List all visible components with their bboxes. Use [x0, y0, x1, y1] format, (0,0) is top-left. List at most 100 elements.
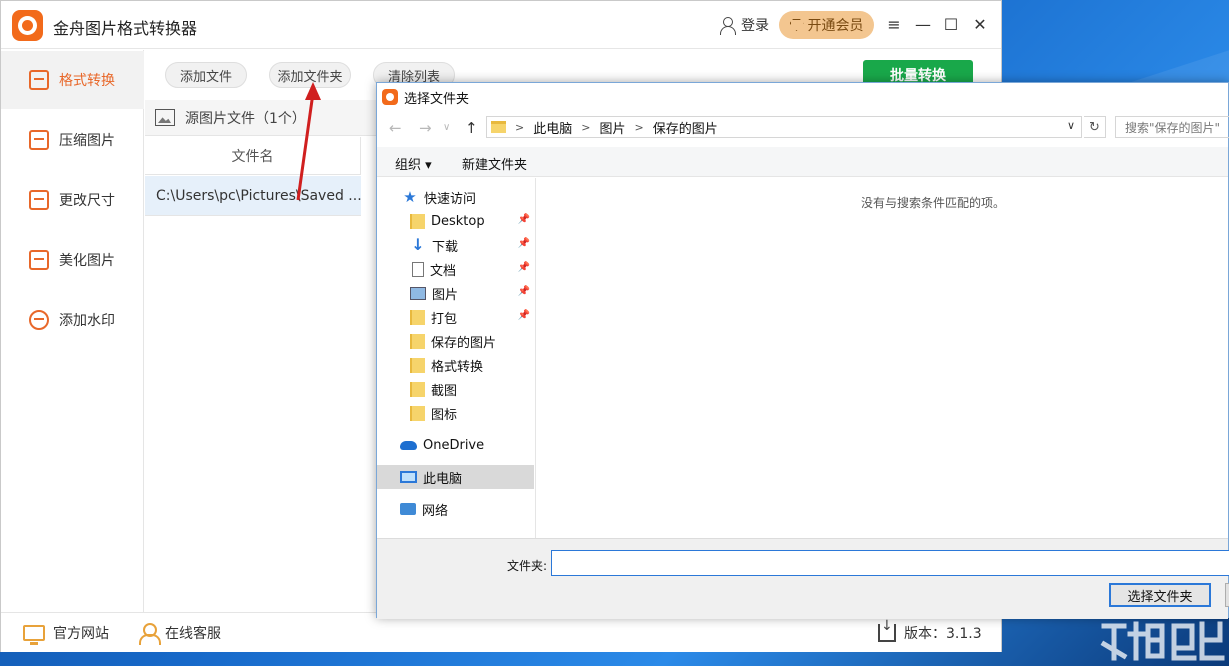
chevron-right-icon: > — [515, 121, 524, 134]
tree-item-label: OneDrive — [423, 438, 484, 453]
cancel-button[interactable] — [1225, 583, 1229, 607]
cloud-icon — [400, 441, 417, 450]
command-bar: 组织 ▾ 新建文件夹 — [377, 147, 1228, 177]
resize-icon — [29, 190, 49, 210]
folder-icon — [410, 358, 425, 373]
menu-icon[interactable]: ≡ — [884, 15, 904, 35]
tree-item-label: Desktop — [431, 214, 485, 229]
folder-icon — [410, 382, 425, 397]
organize-button[interactable]: 组织 ▾ — [395, 154, 432, 173]
download-icon: ↓ — [410, 238, 426, 252]
download-icon[interactable] — [878, 624, 896, 642]
tree-item-desktop[interactable]: Desktop 📌 — [377, 209, 534, 233]
folder-input[interactable] — [551, 550, 1229, 576]
sidebar-item-beautify[interactable]: 美化图片 — [1, 231, 144, 289]
network-icon — [400, 503, 416, 515]
compress-icon — [29, 130, 49, 150]
folder-icon — [491, 121, 506, 133]
website-link[interactable]: 官方网站 — [23, 623, 109, 643]
tree-item-icons[interactable]: 图标 — [377, 401, 534, 425]
login-button[interactable]: 登录 — [719, 15, 769, 35]
up-icon[interactable]: ↑ — [465, 119, 478, 137]
tree-item-network[interactable]: 网络 — [377, 497, 534, 521]
login-label: 登录 — [741, 15, 769, 35]
tree-item-label: 网络 — [422, 500, 448, 519]
breadcrumb[interactable]: 保存的图片 — [653, 118, 718, 137]
maximize-icon[interactable]: ☐ — [941, 15, 961, 35]
tree-item-pictures[interactable]: 图片 📌 — [377, 281, 534, 305]
breadcrumb[interactable]: 图片 — [599, 118, 625, 137]
website-label: 官方网站 — [53, 623, 109, 643]
minimize-icon[interactable]: — — [913, 15, 933, 35]
diamond-icon — [790, 19, 804, 31]
service-link[interactable]: 在线客服 — [139, 623, 221, 643]
sidebar: 格式转换 压缩图片 更改尺寸 美化图片 添加水印 — [1, 50, 144, 612]
tree-item-label: 文档 — [430, 260, 456, 279]
user-icon — [719, 17, 735, 34]
add-file-button[interactable]: 添加文件 — [165, 62, 247, 88]
sidebar-item-label: 美化图片 — [59, 250, 115, 270]
sidebar-item-compress[interactable]: 压缩图片 — [1, 111, 144, 169]
folder-label: 文件夹: — [507, 557, 547, 574]
tree-item-label: 下载 — [432, 236, 458, 255]
tree-item-label: 图片 — [432, 284, 458, 303]
tree-item-quick-access[interactable]: ★ 快速访问 — [377, 185, 534, 209]
chevron-right-icon: > — [581, 121, 590, 134]
source-files-label: 源图片文件（1个） — [185, 108, 306, 128]
select-folder-button[interactable]: 选择文件夹 — [1109, 583, 1211, 607]
folder-icon — [410, 406, 425, 421]
app-logo-icon — [12, 10, 43, 41]
tree-item-screenshots[interactable]: 截图 — [377, 377, 534, 401]
sidebar-item-label: 格式转换 — [59, 70, 115, 90]
pictures-icon — [410, 287, 426, 300]
refresh-icon[interactable]: ↻ — [1084, 116, 1106, 138]
table-row[interactable]: C:\Users\pc\Pictures\Saved ... — [145, 176, 361, 216]
version-label: 版本：3.1.3 — [904, 623, 982, 643]
forward-icon[interactable]: → — [419, 119, 432, 137]
tree-item-this-pc[interactable]: 此电脑 — [377, 465, 534, 489]
pin-icon: 📌 — [518, 286, 530, 297]
sidebar-item-resize[interactable]: 更改尺寸 — [1, 171, 144, 229]
tree-item-onedrive[interactable]: OneDrive — [377, 433, 534, 457]
tree-item-label: 快速访问 — [424, 188, 476, 207]
tree-item-documents[interactable]: 文档 📌 — [377, 257, 534, 281]
tree-item-label: 格式转换 — [431, 356, 483, 375]
version-info: 版本：3.1.3 — [878, 623, 982, 643]
dialog-title-bar: 选择文件夹 — [377, 83, 1228, 111]
select-folder-dialog: 选择文件夹 ← → ∨ ↑ > 此电脑 > 图片 > 保存的图片 ∨ ↻ 搜索"… — [376, 82, 1229, 618]
tree-item-label: 保存的图片 — [431, 332, 496, 351]
tree-item-downloads[interactable]: ↓ 下载 📌 — [377, 233, 534, 257]
add-folder-button[interactable]: 添加文件夹 — [269, 62, 351, 88]
tree-item-format-convert[interactable]: 格式转换 — [377, 353, 534, 377]
breadcrumb[interactable]: 此电脑 — [533, 118, 572, 137]
chevron-down-icon[interactable]: ∨ — [1067, 119, 1075, 132]
title-bar: 金舟图片格式转换器 登录 开通会员 ≡ — ☐ ✕ — [1, 1, 1001, 49]
sidebar-item-watermark[interactable]: 添加水印 — [1, 291, 144, 349]
sidebar-item-label: 压缩图片 — [59, 130, 115, 150]
watermark-logo — [1098, 618, 1226, 662]
sidebar-item-format-convert[interactable]: 格式转换 — [1, 51, 144, 109]
back-icon[interactable]: ← — [389, 119, 402, 137]
service-label: 在线客服 — [165, 623, 221, 643]
dialog-bottom-area: 文件夹: 选择文件夹 — [377, 538, 1228, 619]
tree-item-label: 图标 — [431, 404, 457, 423]
tree-item-label: 截图 — [431, 380, 457, 399]
tree-item-saved-pictures[interactable]: 保存的图片 — [377, 329, 534, 353]
address-bar[interactable]: > 此电脑 > 图片 > 保存的图片 ∨ — [486, 116, 1082, 138]
chevron-down-icon[interactable]: ∨ — [443, 122, 450, 133]
new-folder-button[interactable]: 新建文件夹 — [462, 154, 527, 173]
tree-item-label: 打包 — [431, 308, 457, 327]
folder-icon — [410, 214, 425, 229]
app-title: 金舟图片格式转换器 — [53, 15, 197, 39]
sidebar-item-label: 更改尺寸 — [59, 190, 115, 210]
tree-item-pack[interactable]: 打包 📌 — [377, 305, 534, 329]
folder-icon — [410, 310, 425, 325]
sidebar-item-label: 添加水印 — [59, 310, 115, 330]
convert-icon — [29, 70, 49, 90]
vip-button[interactable]: 开通会员 — [779, 11, 874, 39]
dialog-nav-bar: ← → ∨ ↑ > 此电脑 > 图片 > 保存的图片 ∨ ↻ 搜索"保存的图片" — [377, 113, 1228, 143]
search-input[interactable]: 搜索"保存的图片" — [1115, 116, 1229, 138]
filename-column-header[interactable]: 文件名 — [145, 137, 361, 175]
customer-service-icon — [139, 623, 157, 643]
close-icon[interactable]: ✕ — [970, 15, 990, 35]
